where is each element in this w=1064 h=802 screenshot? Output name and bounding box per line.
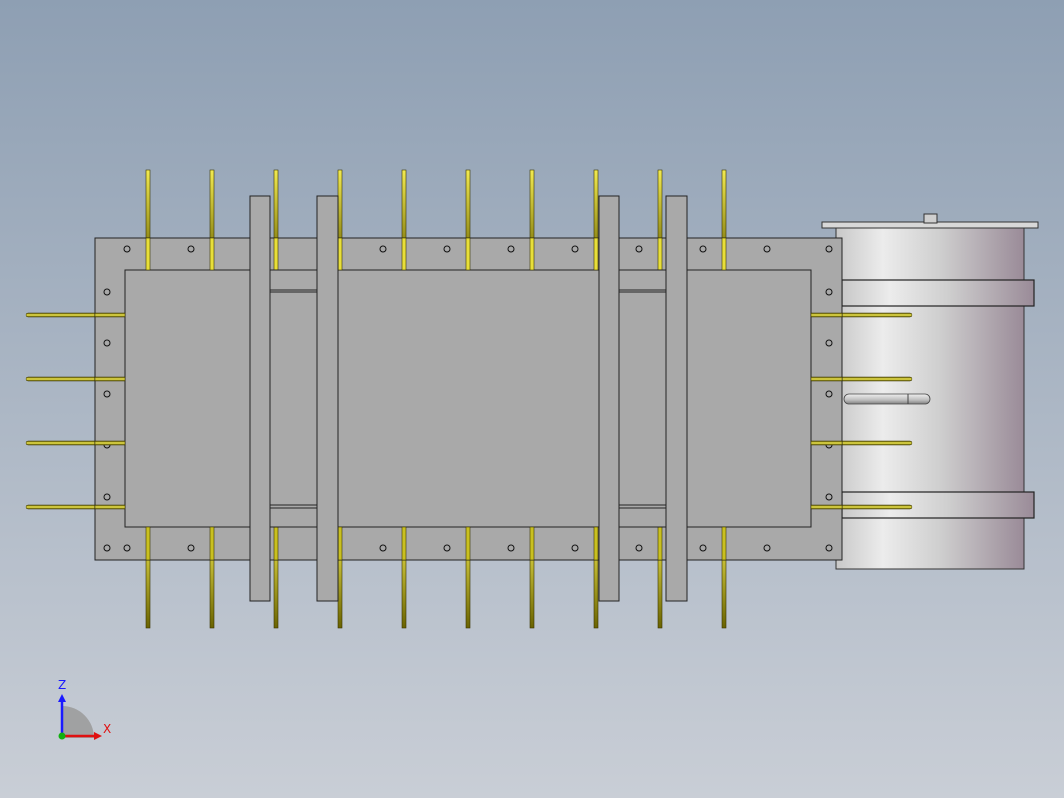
- bracket-left-bot: [269, 507, 318, 528]
- z-axis-label: Z: [58, 678, 67, 692]
- top-plate[interactable]: [124, 269, 812, 528]
- drum[interactable]: [821, 213, 1039, 570]
- horizontal-rod-segment: [94, 312, 126, 318]
- vertical-rod-segment: [209, 237, 215, 271]
- vertical-rod-segment: [273, 237, 279, 271]
- vertical-rod-segment: [721, 237, 727, 271]
- vertical-rod-segment: [145, 526, 151, 561]
- vertical-rod-segment: [465, 237, 471, 271]
- vertical-rod-segment: [145, 237, 151, 271]
- vertical-rod-segment: [337, 526, 343, 561]
- vertical-bar-4[interactable]: [665, 195, 688, 602]
- vertical-rod-segment: [209, 526, 215, 561]
- vertical-rod-segment: [657, 526, 663, 561]
- vertical-rod-segment: [593, 526, 599, 561]
- vertical-bar-1[interactable]: [249, 195, 271, 602]
- vertical-bar-3[interactable]: [598, 195, 620, 602]
- vertical-rod-segment: [337, 237, 343, 271]
- horizontal-rod-segment: [810, 504, 843, 510]
- bracket-right-bot: [618, 507, 667, 528]
- horizontal-rod-segment: [94, 504, 126, 510]
- drum-clamp-top: [841, 279, 1035, 307]
- cad-viewport[interactable]: Z X: [0, 0, 1064, 798]
- vertical-rod-segment: [657, 237, 663, 271]
- vertical-rod-segment: [401, 526, 407, 561]
- assembly-drawing: [0, 0, 1064, 798]
- horizontal-rod-segment: [94, 376, 126, 382]
- horizontal-rod-segment: [810, 440, 843, 446]
- y-axis-icon: [58, 732, 66, 740]
- vertical-rod-segment: [721, 526, 727, 561]
- drum-pin: [843, 393, 931, 405]
- vertical-rod-segment: [401, 237, 407, 271]
- horizontal-rod-segment: [810, 312, 843, 318]
- x-axis-label: X: [103, 722, 112, 736]
- horizontal-rod-segment: [810, 376, 843, 382]
- bracket-left-top: [269, 269, 318, 291]
- vertical-rod-segment: [273, 526, 279, 561]
- bracket-right-mid: [618, 291, 667, 506]
- vertical-rod-segment: [593, 237, 599, 271]
- vertical-rod-segment: [529, 526, 535, 561]
- vertical-rod-segment: [529, 237, 535, 271]
- bracket-right-top: [618, 269, 667, 291]
- vertical-rod-segment: [465, 526, 471, 561]
- vertical-bar-2[interactable]: [316, 195, 339, 602]
- horizontal-rod-segment: [94, 440, 126, 446]
- bracket-left-mid: [269, 291, 318, 506]
- drum-knob: [923, 213, 938, 224]
